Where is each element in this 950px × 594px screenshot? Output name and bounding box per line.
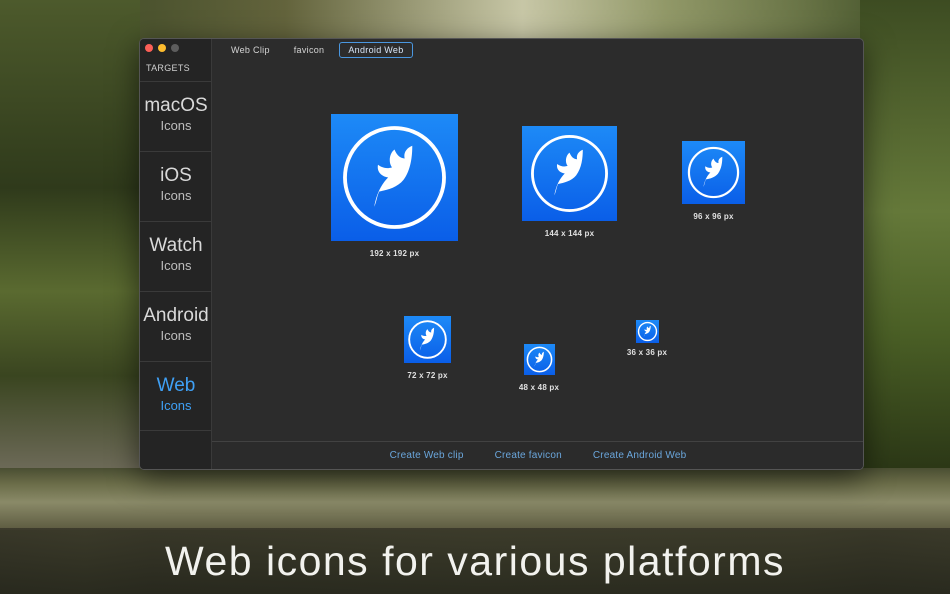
icon-size-label: 72 x 72 px xyxy=(407,371,448,380)
icon-preview-144: 144 x 144 px xyxy=(522,126,617,238)
target-web[interactable]: Web Icons xyxy=(140,361,212,431)
target-title: Watch xyxy=(149,235,203,256)
promo-caption-bar: Web icons for various platforms xyxy=(0,528,950,594)
icon-preview-72: 72 x 72 px xyxy=(404,316,451,380)
icon-preview-96: 96 x 96 px xyxy=(682,141,745,221)
promo-caption: Web icons for various platforms xyxy=(165,537,785,584)
targets-heading: TARGETS xyxy=(146,63,190,73)
icon-preview-192: 192 x 192 px xyxy=(331,114,458,258)
feather-icon xyxy=(635,320,659,343)
icon-preview-36: 36 x 36 px xyxy=(622,320,672,357)
target-title: macOS xyxy=(144,95,208,116)
create-web-clip-button[interactable]: Create Web clip xyxy=(390,450,464,461)
feather-icon xyxy=(331,114,458,241)
icon-size-label: 192 x 192 px xyxy=(369,249,420,258)
format-tabs: Web Clip favicon Android Web xyxy=(222,42,413,58)
zoom-window-button[interactable] xyxy=(171,44,179,52)
target-macos[interactable]: macOS Icons xyxy=(140,81,212,151)
background-forest-top xyxy=(0,0,950,40)
target-subtitle: Icons xyxy=(160,118,192,133)
target-ios[interactable]: iOS Icons xyxy=(140,151,212,221)
create-android-web-button[interactable]: Create Android Web xyxy=(593,450,686,461)
window-controls xyxy=(145,44,179,52)
background-water xyxy=(0,468,950,530)
icon-size-label: 96 x 96 px xyxy=(693,212,734,221)
tab-web-clip[interactable]: Web Clip xyxy=(222,42,279,58)
icon-size-label: 48 x 48 px xyxy=(518,383,560,392)
icon-size-label: 36 x 36 px xyxy=(626,348,668,357)
target-subtitle: Icons xyxy=(160,188,192,203)
close-window-button[interactable] xyxy=(145,44,153,52)
icon-preview-canvas: 192 x 192 px 144 x 144 px 96 x 96 px 72 … xyxy=(212,61,863,441)
create-favicon-button[interactable]: Create favicon xyxy=(495,450,562,461)
tab-android-web[interactable]: Android Web xyxy=(339,42,413,58)
target-watch[interactable]: Watch Icons xyxy=(140,221,212,291)
tab-favicon[interactable]: favicon xyxy=(285,42,334,58)
icon-size-label: 144 x 144 px xyxy=(544,229,595,238)
target-title: iOS xyxy=(160,165,192,186)
feather-icon xyxy=(404,316,451,363)
target-title: Android xyxy=(143,305,209,326)
minimize-window-button[interactable] xyxy=(158,44,166,52)
target-title: Web xyxy=(156,375,196,396)
feather-icon xyxy=(522,126,617,221)
target-android[interactable]: Android Icons xyxy=(140,291,212,361)
feather-icon xyxy=(682,141,745,204)
targets-sidebar: TARGETS macOS Icons iOS Icons Watch Icon… xyxy=(140,39,212,469)
background-moss-left xyxy=(0,0,140,470)
app-window: TARGETS macOS Icons iOS Icons Watch Icon… xyxy=(139,38,864,470)
target-subtitle: Icons xyxy=(160,258,192,273)
target-subtitle: Icons xyxy=(160,328,192,343)
target-subtitle: Icons xyxy=(160,398,192,413)
icon-preview-48: 48 x 48 px xyxy=(517,344,561,392)
feather-icon xyxy=(523,344,555,375)
background-moss-right xyxy=(860,0,950,470)
action-bar: Create Web clip Create favicon Create An… xyxy=(212,441,863,469)
